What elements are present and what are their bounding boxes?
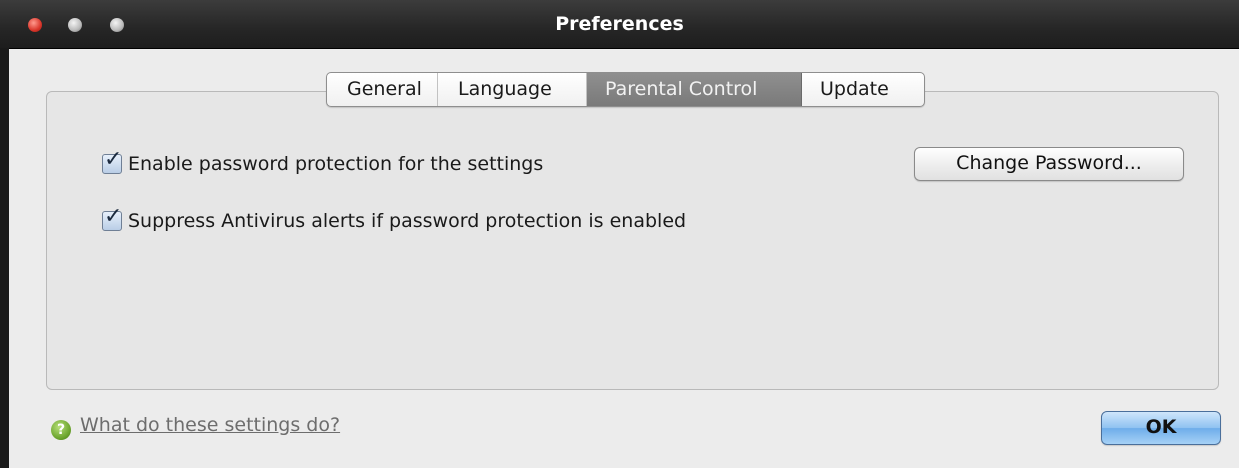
preferences-window: Preferences General Language Parental Co…	[0, 0, 1239, 468]
checkmark-icon: ✓	[104, 147, 123, 172]
settings-panel	[46, 91, 1219, 390]
enable-password-row[interactable]: ✓ Enable password protection for the set…	[102, 147, 544, 176]
window-title: Preferences	[555, 13, 684, 35]
help-link[interactable]: What do these settings do?	[80, 414, 340, 436]
enable-password-checkbox[interactable]: ✓	[102, 147, 122, 174]
suppress-alerts-label: Suppress Antivirus alerts if password pr…	[128, 210, 687, 232]
question-mark-icon[interactable]: ?	[51, 420, 71, 440]
change-password-button[interactable]: Change Password...	[914, 147, 1184, 181]
suppress-alerts-checkbox[interactable]: ✓	[102, 204, 122, 231]
title-bar[interactable]: Preferences	[0, 0, 1239, 49]
ok-button[interactable]: OK	[1101, 411, 1221, 445]
tab-bar: General Language Parental Control Update	[326, 72, 925, 107]
enable-password-label: Enable password protection for the setti…	[128, 153, 544, 175]
tab-parental-control[interactable]: Parental Control	[587, 73, 802, 106]
checkmark-icon: ✓	[104, 204, 123, 229]
tab-language[interactable]: Language	[438, 73, 587, 106]
tab-general[interactable]: General	[327, 73, 438, 106]
window-edge	[0, 48, 9, 468]
suppress-alerts-row[interactable]: ✓ Suppress Antivirus alerts if password …	[102, 204, 687, 233]
tab-update[interactable]: Update	[802, 73, 924, 106]
